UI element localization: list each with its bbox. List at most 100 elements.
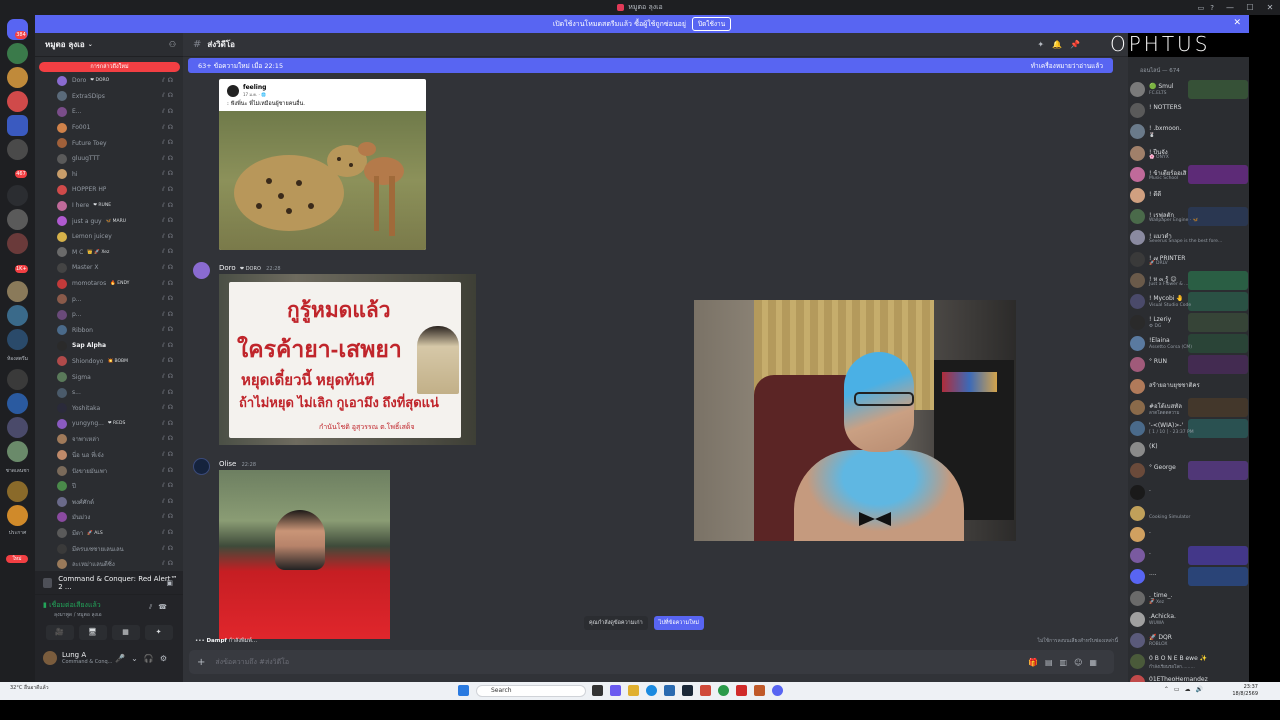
- member-item[interactable]: ! Mycobi 🤚 Visual Studio Code: [1128, 291, 1249, 312]
- maximize-button[interactable]: ☐: [1240, 0, 1260, 15]
- server-icon[interactable]: [7, 43, 28, 64]
- inbox-icon[interactable]: ▭: [1198, 4, 1205, 12]
- voice-member[interactable]: Sap Alpha ⫽☊: [35, 338, 183, 354]
- clock[interactable]: 23:37 18/8/2569: [1232, 684, 1258, 698]
- member-item[interactable]: ._time_. 🚀 Xez: [1128, 588, 1249, 609]
- app-icon[interactable]: [754, 685, 765, 696]
- voice-member[interactable]: M C 👑 🚀 Xez ⫽☊: [35, 245, 183, 261]
- search-box[interactable]: Search: [476, 685, 586, 697]
- server-icon[interactable]: [7, 233, 28, 254]
- member-item[interactable]: ! ห ๓ รู้ 😊 Just a Flower & ...: [1128, 270, 1249, 291]
- voice-member[interactable]: gluugTTT ⫽☊: [35, 151, 183, 167]
- screen-icon[interactable]: ▣: [166, 579, 173, 587]
- voice-member[interactable]: ปังขายมันเพา ⫽☊: [35, 463, 183, 479]
- voice-connected-label[interactable]: เชื่อมต่อเสียงแล้ว: [49, 601, 101, 609]
- minimize-button[interactable]: —: [1220, 0, 1240, 15]
- image-attachment[interactable]: feeling 17 ม.ค. · 🌐 : ฟังพี่นะ พี่ไม่เหม…: [219, 79, 426, 250]
- composer-icons[interactable]: 🎁▤▥☺▦: [1028, 658, 1104, 667]
- voice-member[interactable]: Yoshitaka ⫽☊: [35, 400, 183, 416]
- avatar[interactable]: [193, 458, 210, 475]
- weather-widget[interactable]: 32°C อื่นอาดีแล้ว: [10, 684, 49, 692]
- add-user-icon[interactable]: ⚇: [169, 40, 176, 49]
- voice-member[interactable]: p... ⫽☊: [35, 291, 183, 307]
- mark-as-read-button[interactable]: ทำเครื่องหมายว่าอ่านแล้ว: [1031, 61, 1103, 71]
- member-item[interactable]: ° RUN: [1128, 354, 1249, 375]
- voice-member[interactable]: just a guy 🦋 MARU ⫽☊: [35, 213, 183, 229]
- app-icon[interactable]: [700, 685, 711, 696]
- noise-suppression-icon[interactable]: ⫽☎: [149, 603, 173, 612]
- voice-member[interactable]: Fo001 ⫽☊: [35, 120, 183, 136]
- member-item[interactable]: 🟢 Smul FC.ELTS: [1128, 79, 1249, 100]
- server-icon[interactable]: [7, 91, 28, 112]
- member-item[interactable]: .: [1128, 482, 1249, 503]
- user-controls[interactable]: 🎤⌄🎧⚙: [115, 654, 173, 663]
- app-icon[interactable]: [610, 685, 621, 696]
- member-item[interactable]: ! .bxmoon. 🐰: [1128, 121, 1249, 142]
- member-item[interactable]: ! NOTTERS: [1128, 100, 1249, 121]
- member-item[interactable]: ! แมวดำ Severus Snape is the best fore...: [1128, 227, 1249, 248]
- member-item[interactable]: .: [1128, 524, 1249, 545]
- explorer-icon[interactable]: [628, 685, 639, 696]
- discord-icon[interactable]: [772, 685, 783, 696]
- member-item[interactable]: สร้ายอาบยุชชาติคร: [1128, 376, 1249, 397]
- server-icon[interactable]: [7, 185, 28, 206]
- voice-member[interactable]: s... ⫽☊: [35, 385, 183, 401]
- server-icon[interactable]: [7, 209, 28, 230]
- screen-share-button[interactable]: 🖥: [78, 624, 107, 640]
- voice-member[interactable]: มีครบเซซายเลนเลน ⫽☊: [35, 541, 183, 557]
- member-item[interactable]: ° George: [1128, 460, 1249, 481]
- voice-member[interactable]: มีตา 🚀 ALS ⫽☊: [35, 525, 183, 541]
- voice-member[interactable]: HOPPER HP ⫽☊: [35, 182, 183, 198]
- message-composer[interactable]: + ส่งข้อความถึง #ส่งวิดีโอ 🎁▤▥☺▦: [189, 650, 1114, 674]
- voice-member[interactable]: p... ⫽☊: [35, 307, 183, 323]
- banner-close-icon[interactable]: ✕: [1233, 18, 1241, 28]
- voice-member[interactable]: Doro ❤ DORO ⫽☊: [35, 73, 183, 89]
- start-icon[interactable]: [458, 685, 469, 696]
- app-icon[interactable]: [736, 685, 747, 696]
- avatar[interactable]: [43, 651, 57, 665]
- member-item[interactable]: ! ๗ PRINTER 🚀 DRLV: [1128, 249, 1249, 270]
- voice-member[interactable]: momotaros 🔥 ENDY ⫽☊: [35, 276, 183, 292]
- voice-member[interactable]: Sigma ⫽☊: [35, 369, 183, 385]
- voice-member[interactable]: นี่อ นอ ที่เจ๋ง ⫽☊: [35, 447, 183, 463]
- voice-member[interactable]: ExtraSDips ⫽☊: [35, 89, 183, 105]
- member-item[interactable]: 🚀 DQR ROBLOX: [1128, 630, 1249, 651]
- member-item[interactable]: ! ปีนจัง 🌸 ONYX: [1128, 143, 1249, 164]
- chrome-icon[interactable]: [718, 685, 729, 696]
- member-item[interactable]: .Achicka. WUWA: [1128, 609, 1249, 630]
- store-icon[interactable]: [664, 685, 675, 696]
- voice-member[interactable]: พงศ์ศักด์ ⫽☊: [35, 494, 183, 510]
- author-name[interactable]: Olise: [219, 460, 236, 468]
- new-mentions-pill[interactable]: การกล่าวถึงใหม่: [39, 62, 180, 72]
- taskview-icon[interactable]: [592, 685, 603, 696]
- member-item[interactable]: #อโด้เบสทัล ลาดโดดดความ: [1128, 397, 1249, 418]
- server-icon[interactable]: [7, 505, 28, 526]
- system-tray[interactable]: ⌃▭☁🔊: [1164, 686, 1208, 693]
- author-name[interactable]: Doro: [219, 264, 236, 272]
- voice-member[interactable]: ปี ⫽☊: [35, 478, 183, 494]
- voice-member[interactable]: E... ⫽☊: [35, 104, 183, 120]
- member-item[interactable]: ! Lzeriy ⚙ DG: [1128, 312, 1249, 333]
- voice-member[interactable]: จาพาเหล่า ⫽☊: [35, 432, 183, 448]
- voice-member[interactable]: hi ⫽☊: [35, 167, 183, 183]
- soundboard-button[interactable]: ✦: [144, 624, 173, 640]
- activity-row[interactable]: Command & Conquer: Red Alert™ 2 ... ▣: [35, 571, 183, 595]
- server-icon[interactable]: [7, 281, 28, 302]
- close-window-button[interactable]: ✕: [1260, 0, 1280, 15]
- voice-member[interactable]: Shiondoyo 💥 BOBM ⫽☊: [35, 354, 183, 370]
- member-item[interactable]: ! เรฟุลตัก Wallpaper Engine · 🦋: [1128, 206, 1249, 227]
- server-header[interactable]: หมูตอ ลุงเอ ⌄ ⚇: [35, 33, 183, 57]
- member-item[interactable]: 01ETheoHernandez: [1128, 672, 1249, 682]
- server-icon[interactable]: [7, 139, 28, 160]
- member-item[interactable]: Cooking Simulator: [1128, 503, 1249, 524]
- voice-member[interactable]: มันม่วง ⫽☊: [35, 510, 183, 526]
- voice-member[interactable]: ละเหม่าแลนดีซิ่ง ⫽☊: [35, 556, 183, 572]
- member-item[interactable]: .: [1128, 545, 1249, 566]
- activities-button[interactable]: ▦: [111, 624, 140, 640]
- voice-member[interactable]: Ribbon ⫽☊: [35, 323, 183, 339]
- server-icon[interactable]: [7, 67, 28, 88]
- voice-member[interactable]: Master X ⫽☊: [35, 260, 183, 276]
- server-icon[interactable]: [7, 393, 28, 414]
- disable-streamer-mode-button[interactable]: ปิดใช้งาน: [691, 17, 732, 31]
- member-item[interactable]: ....: [1128, 566, 1249, 587]
